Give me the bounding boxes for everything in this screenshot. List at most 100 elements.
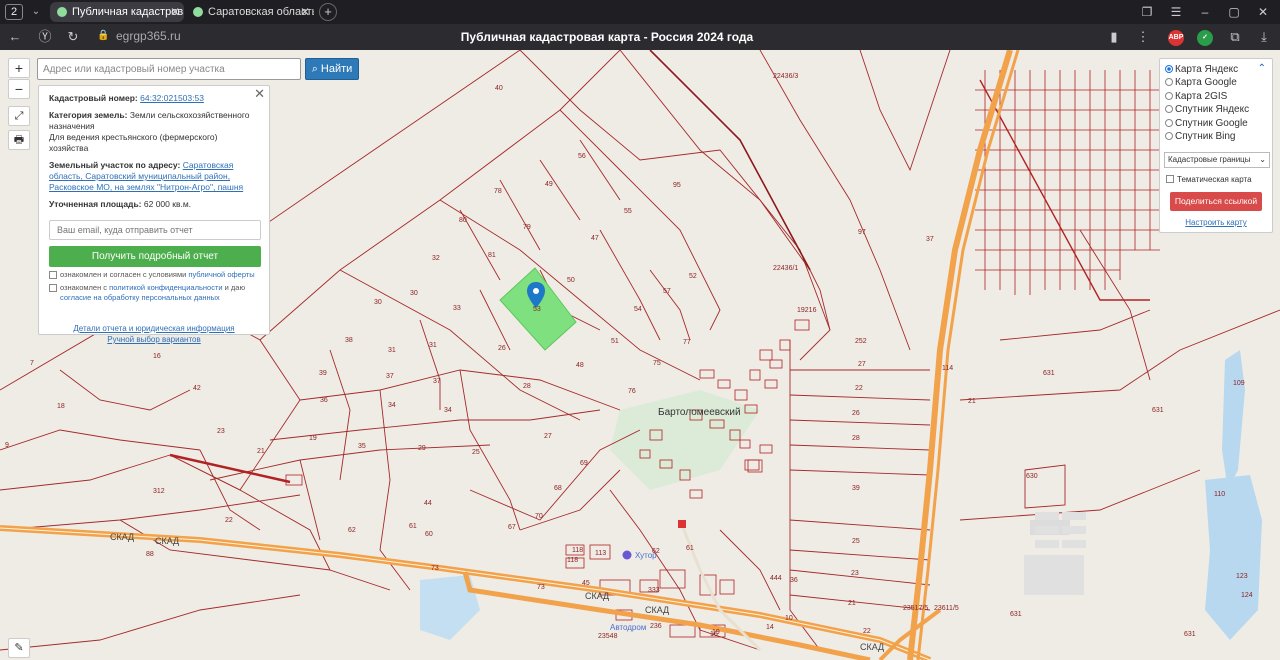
parcel-number: 14 <box>766 624 774 631</box>
parcel-number: 36 <box>320 397 328 404</box>
parcel-number: 30 <box>410 290 418 297</box>
bookmark-icon[interactable]: ▮ <box>1105 28 1123 46</box>
parcel-number: 22436/3 <box>773 73 798 80</box>
email-field[interactable] <box>49 220 261 240</box>
details-link[interactable]: Детали отчета и юридическая информация <box>49 323 259 334</box>
layer-option[interactable]: Спутник Bing <box>1165 130 1267 143</box>
parcel-number: 27 <box>544 433 552 440</box>
parcel-number: 36 <box>790 577 798 584</box>
thematic-map-toggle[interactable]: Тематическая карта <box>1166 175 1252 184</box>
parcel-number: 109 <box>1233 380 1245 387</box>
parcel-number: 30 <box>374 299 382 306</box>
download-icon[interactable]: ⤓ <box>1255 28 1273 46</box>
tab-count-badge[interactable]: 2 <box>5 4 23 20</box>
cadastral-number-link[interactable]: 64:32:021503:53 <box>140 93 204 103</box>
parcel-number: 69 <box>580 460 588 467</box>
page-title: Публичная кадастровая карта - Россия 202… <box>460 30 754 44</box>
close-icon[interactable]: ✕ <box>300 2 310 22</box>
tab-saratov[interactable]: Саратовская область, Сар ✕ <box>186 2 314 22</box>
offer-link[interactable]: публичной оферты <box>188 270 254 279</box>
search-input[interactable] <box>37 58 301 80</box>
minimize-icon[interactable]: – <box>1195 3 1215 21</box>
new-tab-button[interactable]: + <box>319 3 337 21</box>
radio-button[interactable] <box>1165 105 1173 114</box>
consent-privacy[interactable]: ознакомлен с политикой конфиденциальност… <box>49 283 259 303</box>
zoom-out-button[interactable]: − <box>8 79 30 99</box>
parcel-number: 25 <box>852 538 860 545</box>
radio-button[interactable] <box>1165 131 1173 140</box>
configure-map-link[interactable]: Настроить карту <box>1160 218 1272 227</box>
maximize-icon[interactable]: ▢ <box>1224 3 1244 21</box>
get-report-button[interactable]: Получить подробный отчет <box>49 246 261 267</box>
thematic-checkbox[interactable] <box>1166 175 1174 183</box>
consent-offer-checkbox[interactable] <box>49 271 57 279</box>
consent-privacy-checkbox[interactable] <box>49 284 57 292</box>
draw-icon[interactable]: ✎ <box>8 638 30 658</box>
parcel-number: 29 <box>418 445 426 452</box>
tab-cadastral-map[interactable]: Публичная кадастров ✕ <box>50 2 184 22</box>
radio-button[interactable] <box>1165 91 1173 100</box>
layer-option[interactable]: Карта Google <box>1165 76 1267 89</box>
shield-icon[interactable]: ✓ <box>1197 30 1213 46</box>
village-label: Бартоломеевский <box>658 407 741 418</box>
parcel-number: 52 <box>689 273 697 280</box>
parcel-number: 7 <box>30 360 34 367</box>
consent-offer[interactable]: ознакомлен и согласен с условиями публич… <box>49 270 259 280</box>
close-icon[interactable]: ✕ <box>170 2 180 22</box>
parcel-number: 252 <box>855 338 867 345</box>
parcel-number: 95 <box>673 182 681 189</box>
poi-icon[interactable] <box>678 520 686 528</box>
poi-icon[interactable] <box>622 550 632 560</box>
share-link-button[interactable]: Поделиться ссылкой <box>1170 192 1262 211</box>
land-usage-value: Для ведения крестьянского (фермерского) … <box>49 132 218 153</box>
adblock-icon[interactable]: ABP <box>1168 30 1184 46</box>
find-button[interactable]: ⌕ Найти <box>305 58 359 80</box>
radio-button[interactable] <box>1165 65 1173 73</box>
layer-option-label: Карта Google <box>1175 77 1237 89</box>
print-icon[interactable]: 🖶 <box>8 130 30 150</box>
radio-button[interactable] <box>1165 118 1173 127</box>
parcel-number: 22 <box>855 385 863 392</box>
cadastral-map[interactable]: 40 56 95 49 55 78 80 79 47 97 37 32 81 50 52 30 30 33 57 54… <box>0 50 1280 660</box>
parcel-number: 34 <box>388 402 396 409</box>
parcel-number: 16 <box>153 353 161 360</box>
extensions-icon[interactable]: ⧉ <box>1226 28 1244 46</box>
parcel-number: 51 <box>611 338 619 345</box>
boundary-select[interactable]: Кадастровые границы ⌄ <box>1164 152 1270 168</box>
personal-data-link[interactable]: согласие на обработку персональных данны… <box>60 293 220 302</box>
close-window-icon[interactable]: ✕ <box>1253 3 1273 21</box>
parcel-number: 114 <box>942 365 953 372</box>
menu-icon[interactable]: ☰ <box>1166 3 1186 21</box>
manual-select-link[interactable]: Ручной выбор вариантов <box>49 334 259 345</box>
close-icon[interactable]: ✕ <box>254 87 265 100</box>
parcel-number: 73 <box>431 565 439 572</box>
area-row: Уточненная площадь: 62 000 кв.м. <box>49 199 259 210</box>
road-skad-secondary <box>462 571 871 660</box>
tab-label: Саратовская область, Сар <box>208 6 314 18</box>
parcel-number: 31 <box>429 342 437 349</box>
parcel-number: 45 <box>582 580 590 587</box>
privacy-policy-link[interactable]: политикой конфиденциальности <box>109 283 222 292</box>
parcel-number: 236 <box>650 623 662 630</box>
zoom-in-button[interactable]: + <box>8 58 30 78</box>
road-label: СКАД <box>645 605 669 615</box>
radio-button[interactable] <box>1165 78 1173 87</box>
parcel-number: 118 <box>572 547 583 554</box>
layer-option[interactable]: Карта 2GIS <box>1165 90 1267 103</box>
layer-option[interactable]: Карта Яндекс <box>1165 63 1267 76</box>
parcel-number: 48 <box>576 362 584 369</box>
parcel-number: 37 <box>386 373 394 380</box>
chevron-down-icon[interactable]: ⌄ <box>28 4 44 20</box>
parcel-number: 81 <box>488 252 496 259</box>
chevron-up-icon[interactable]: ⌃ <box>1258 63 1266 74</box>
parcel-number: 47 <box>591 235 599 242</box>
layer-option[interactable]: Спутник Google <box>1165 117 1267 130</box>
parcel-number: 28 <box>523 383 531 390</box>
more-icon[interactable]: ⋮ <box>1134 28 1152 46</box>
consent-privacy-text: ознакомлен с <box>60 283 110 292</box>
poi-label: Хутор <box>635 551 657 560</box>
layer-option[interactable]: Спутник Яндекс <box>1165 103 1267 116</box>
parcel-number: 25 <box>472 449 480 456</box>
collections-icon[interactable]: ❐ <box>1137 3 1157 21</box>
measure-icon[interactable]: ⤢ <box>8 106 30 126</box>
